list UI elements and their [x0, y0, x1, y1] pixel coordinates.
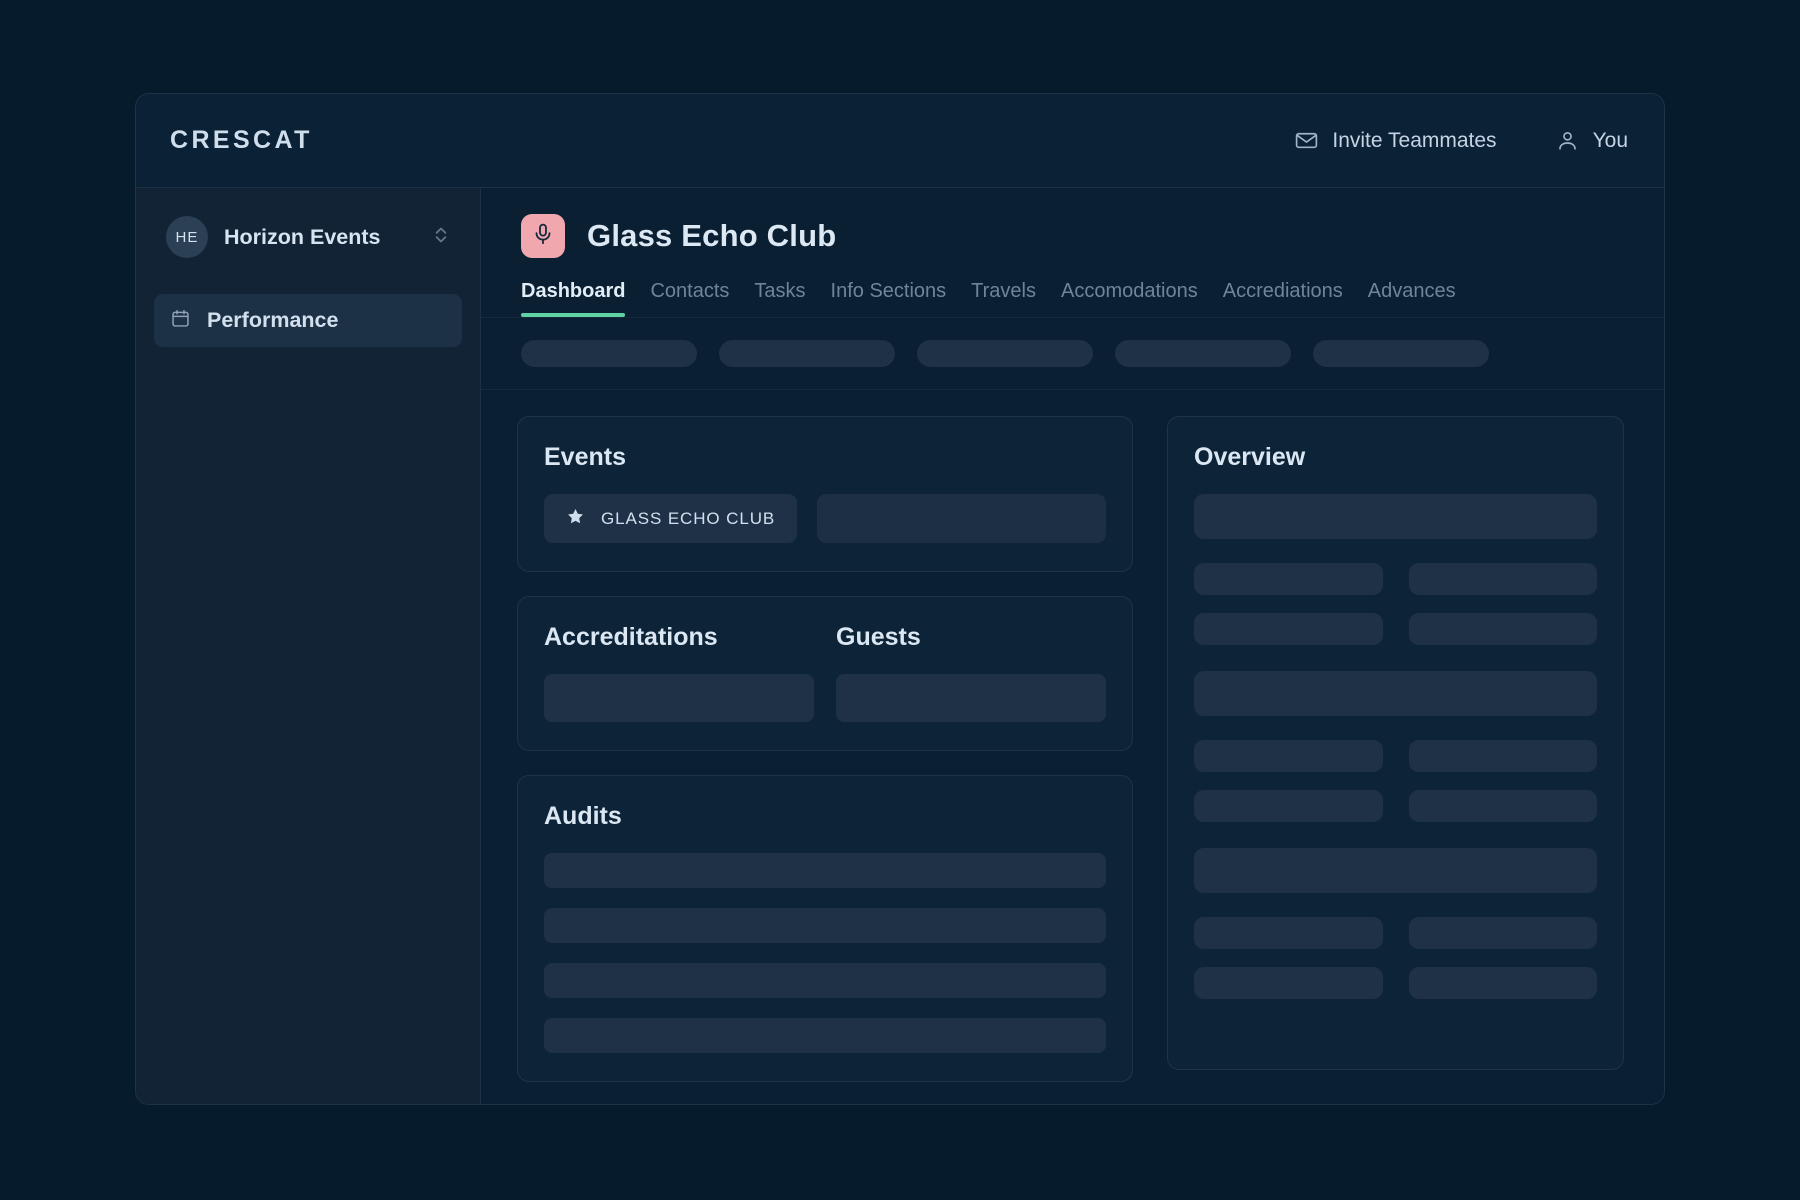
person-icon: [1555, 128, 1580, 153]
overview-group: [1194, 848, 1597, 1017]
events-placeholder: [817, 494, 1106, 543]
tab-bar: Dashboard Contacts Tasks Info Sections T…: [521, 280, 1624, 317]
sidebar: HE Horizon Events Performance: [136, 188, 481, 1104]
audits-card: Audits: [517, 775, 1133, 1082]
calendar-icon: [170, 308, 191, 334]
accreditations-title: Accreditations: [544, 623, 718, 651]
tab-tasks[interactable]: Tasks: [754, 280, 805, 317]
dashboard-right-column: Overview: [1167, 416, 1624, 1070]
tab-advances[interactable]: Advances: [1368, 280, 1456, 317]
filter-placeholder: [719, 340, 895, 367]
tab-accrediations[interactable]: Accrediations: [1223, 280, 1343, 317]
accreditations-placeholder: [544, 674, 814, 722]
main-content: Glass Echo Club Dashboard Contacts Tasks…: [481, 188, 1664, 1104]
invite-teammates-button[interactable]: Invite Teammates: [1294, 128, 1497, 153]
overview-card: Overview: [1167, 416, 1624, 1070]
event-chip-label: GLASS ECHO CLUB: [601, 508, 776, 528]
dashboard-left-column: Events GLASS ECHO CLUB Accreditations Gu…: [517, 416, 1133, 1082]
invite-teammates-label: Invite Teammates: [1332, 128, 1497, 152]
overview-group: [1194, 494, 1597, 663]
overview-placeholder: [1194, 790, 1383, 822]
overview-placeholder: [1408, 917, 1597, 949]
tab-contacts[interactable]: Contacts: [650, 280, 729, 317]
org-avatar: HE: [166, 216, 208, 258]
overview-placeholder: [1408, 740, 1597, 772]
overview-placeholder: [1194, 967, 1383, 999]
sidebar-item-performance[interactable]: Performance: [154, 294, 462, 347]
screen-canvas: CRESCAT Invite Teammates You HE Horizon …: [0, 0, 1800, 1200]
tab-info-sections[interactable]: Info Sections: [831, 280, 947, 317]
sidebar-item-label: Performance: [207, 308, 339, 332]
events-card-title: Events: [544, 443, 626, 471]
top-bar: CRESCAT Invite Teammates You: [136, 94, 1664, 188]
chevron-up-down-icon[interactable]: [432, 222, 450, 253]
page-title-row: Glass Echo Club: [521, 214, 1624, 258]
top-bar-actions: Invite Teammates You: [1294, 128, 1628, 153]
overview-placeholder: [1194, 917, 1383, 949]
events-row: GLASS ECHO CLUB: [544, 494, 1106, 543]
app-logo[interactable]: CRESCAT: [170, 126, 313, 155]
accreditations-column: Accreditations: [544, 623, 814, 722]
tab-travels[interactable]: Travels: [971, 280, 1036, 317]
overview-wide-placeholder: [1194, 494, 1597, 539]
accreditations-guests-card: Accreditations Guests: [517, 596, 1133, 751]
app-window: CRESCAT Invite Teammates You HE Horizon …: [135, 93, 1665, 1105]
overview-pair-row: [1194, 740, 1597, 772]
overview-pair-row: [1194, 967, 1597, 999]
org-name: Horizon Events: [224, 224, 381, 249]
overview-placeholder: [1408, 613, 1597, 645]
filter-placeholder: [1313, 340, 1489, 367]
page-title: Glass Echo Club: [587, 218, 837, 253]
overview-wide-placeholder: [1194, 671, 1597, 716]
overview-group: [1194, 671, 1597, 840]
overview-wide-placeholder: [1194, 848, 1597, 893]
event-avatar: [521, 214, 565, 258]
audits-card-title: Audits: [544, 802, 622, 830]
org-switcher[interactable]: HE Horizon Events: [154, 206, 462, 268]
user-menu-label: You: [1592, 128, 1628, 152]
overview-pair-row: [1194, 563, 1597, 595]
overview-placeholder: [1194, 613, 1383, 645]
microphone-icon: [531, 222, 555, 251]
guests-column: Guests: [836, 623, 1106, 722]
event-chip-glass-echo-club[interactable]: GLASS ECHO CLUB: [544, 494, 798, 543]
filter-placeholder: [917, 340, 1093, 367]
overview-placeholder: [1408, 790, 1597, 822]
envelope-icon: [1294, 128, 1319, 153]
audits-row-placeholder: [544, 963, 1106, 998]
filter-placeholder: [1115, 340, 1291, 367]
guests-placeholder: [836, 674, 1106, 722]
overview-placeholder: [1408, 563, 1597, 595]
audits-row-placeholder: [544, 1018, 1106, 1053]
overview-pair-row: [1194, 613, 1597, 645]
dashboard-grid: Events GLASS ECHO CLUB Accreditations Gu…: [481, 390, 1664, 1104]
audits-list: [544, 853, 1106, 1053]
page-header: Glass Echo Club Dashboard Contacts Tasks…: [481, 188, 1664, 318]
filter-placeholder: [521, 340, 697, 367]
audits-row-placeholder: [544, 908, 1106, 943]
overview-placeholder: [1408, 967, 1597, 999]
accreditations-guests-columns: Accreditations Guests: [544, 623, 1106, 722]
tab-accomodations[interactable]: Accomodations: [1061, 280, 1198, 317]
audits-row-placeholder: [544, 853, 1106, 888]
star-icon: [566, 507, 585, 531]
user-menu-button[interactable]: You: [1555, 128, 1628, 153]
overview-placeholder: [1194, 740, 1383, 772]
events-card: Events GLASS ECHO CLUB: [517, 416, 1133, 572]
app-body: HE Horizon Events Performance Glass Echo…: [136, 188, 1664, 1104]
guests-title: Guests: [836, 623, 921, 651]
overview-placeholder: [1194, 563, 1383, 595]
overview-pair-row: [1194, 917, 1597, 949]
overview-card-title: Overview: [1194, 443, 1306, 471]
filter-bar: [481, 318, 1664, 390]
tab-dashboard[interactable]: Dashboard: [521, 280, 626, 317]
overview-pair-row: [1194, 790, 1597, 822]
